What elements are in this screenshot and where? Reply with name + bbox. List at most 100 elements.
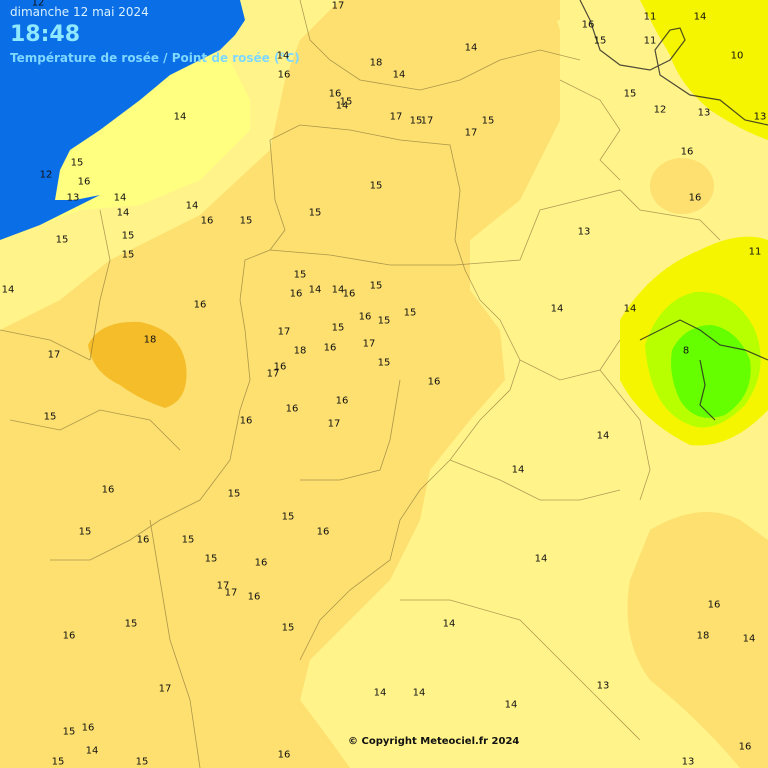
station-value: 15 [62,726,76,738]
station-value: 16 [101,484,115,496]
station-value: 16 [335,395,349,407]
station-value: 17 [224,587,238,599]
station-value: 16 [136,534,150,546]
station-value: 11 [643,11,657,23]
station-value: 14 [85,745,99,757]
station-value: 13 [596,680,610,692]
station-value: 14 [173,111,187,123]
station-value: 15 [481,115,495,127]
station-value: 14 [464,42,478,54]
station-value: 13 [697,107,711,119]
zone-16-17-ne [650,158,714,214]
station-value: 15 [293,269,307,281]
station-value: 14 [335,100,349,112]
station-value: 16 [239,415,253,427]
copyright-notice: © Copyright Meteociel.fr 2024 [348,736,520,747]
station-value: 15 [369,280,383,292]
station-value: 17 [266,368,280,380]
station-value: 17 [420,115,434,127]
station-value: 16 [688,192,702,204]
station-value: 10 [730,50,744,62]
station-value: 16 [289,288,303,300]
station-value: 17 [464,127,478,139]
station-value: 15 [239,215,253,227]
station-value: 15 [369,180,383,192]
station-value: 15 [281,511,295,523]
station-value: 11 [643,35,657,47]
station-value: 14 [185,200,199,212]
station-value: 16 [342,288,356,300]
station-value: 14 [308,284,322,296]
station-value: 15 [55,234,69,246]
station-value: 15 [135,756,149,768]
station-value: 15 [227,488,241,500]
station-value: 14 [276,50,290,62]
station-value: 12 [31,0,45,9]
station-value: 14 [742,633,756,645]
station-value: 17 [277,326,291,338]
station-value: 14 [596,430,610,442]
station-value: 17 [389,111,403,123]
station-value: 16 [77,176,91,188]
station-value: 16 [247,591,261,603]
station-value: 13 [577,226,591,238]
station-value: 15 [43,411,57,423]
station-value: 15 [78,526,92,538]
station-value: 14 [623,303,637,315]
station-value: 15 [331,322,345,334]
forecast-time: 18:48 [10,22,81,47]
station-value: 14 [116,207,130,219]
station-value: 14 [373,687,387,699]
station-value: 17 [327,418,341,430]
station-value: 15 [403,307,417,319]
station-value: 16 [200,215,214,227]
station-value: 16 [707,599,721,611]
station-value: 17 [362,338,376,350]
station-value: 8 [682,345,690,357]
station-value: 17 [331,0,345,12]
station-value: 16 [285,403,299,415]
station-value: 14 [511,464,525,476]
station-value: 14 [504,699,518,711]
station-value: 14 [550,303,564,315]
station-value: 14 [693,11,707,23]
station-value: 15 [623,88,637,100]
station-value: 17 [158,683,172,695]
dewpoint-map: dimanche 12 mai 2024 18:48 Température d… [0,0,768,768]
station-value: 14 [412,687,426,699]
station-value: 15 [121,230,135,242]
station-value: 15 [593,35,607,47]
station-value: 18 [143,334,157,346]
station-value: 16 [316,526,330,538]
station-value: 13 [753,111,767,123]
station-value: 16 [358,311,372,323]
station-value: 16 [738,741,752,753]
station-value: 14 [534,553,548,565]
station-value: 13 [66,192,80,204]
station-value: 14 [1,284,15,296]
station-value: 16 [62,630,76,642]
station-value: 15 [181,534,195,546]
station-value: 13 [681,756,695,768]
station-value: 12 [39,169,53,181]
station-value: 18 [369,57,383,69]
station-value: 15 [204,553,218,565]
station-value: 14 [392,69,406,81]
station-value: 18 [696,630,710,642]
station-value: 15 [51,756,65,768]
station-value: 16 [193,299,207,311]
station-value: 18 [293,345,307,357]
station-value: 14 [113,192,127,204]
station-value: 17 [47,349,61,361]
station-value: 15 [377,357,391,369]
station-value: 11 [748,246,762,258]
station-value: 16 [323,342,337,354]
station-value: 15 [121,249,135,261]
station-value: 12 [653,104,667,116]
station-value: 16 [427,376,441,388]
station-value: 16 [277,749,291,761]
station-value: 16 [680,146,694,158]
station-value: 15 [281,622,295,634]
station-value: 16 [254,557,268,569]
station-value: 16 [581,19,595,31]
